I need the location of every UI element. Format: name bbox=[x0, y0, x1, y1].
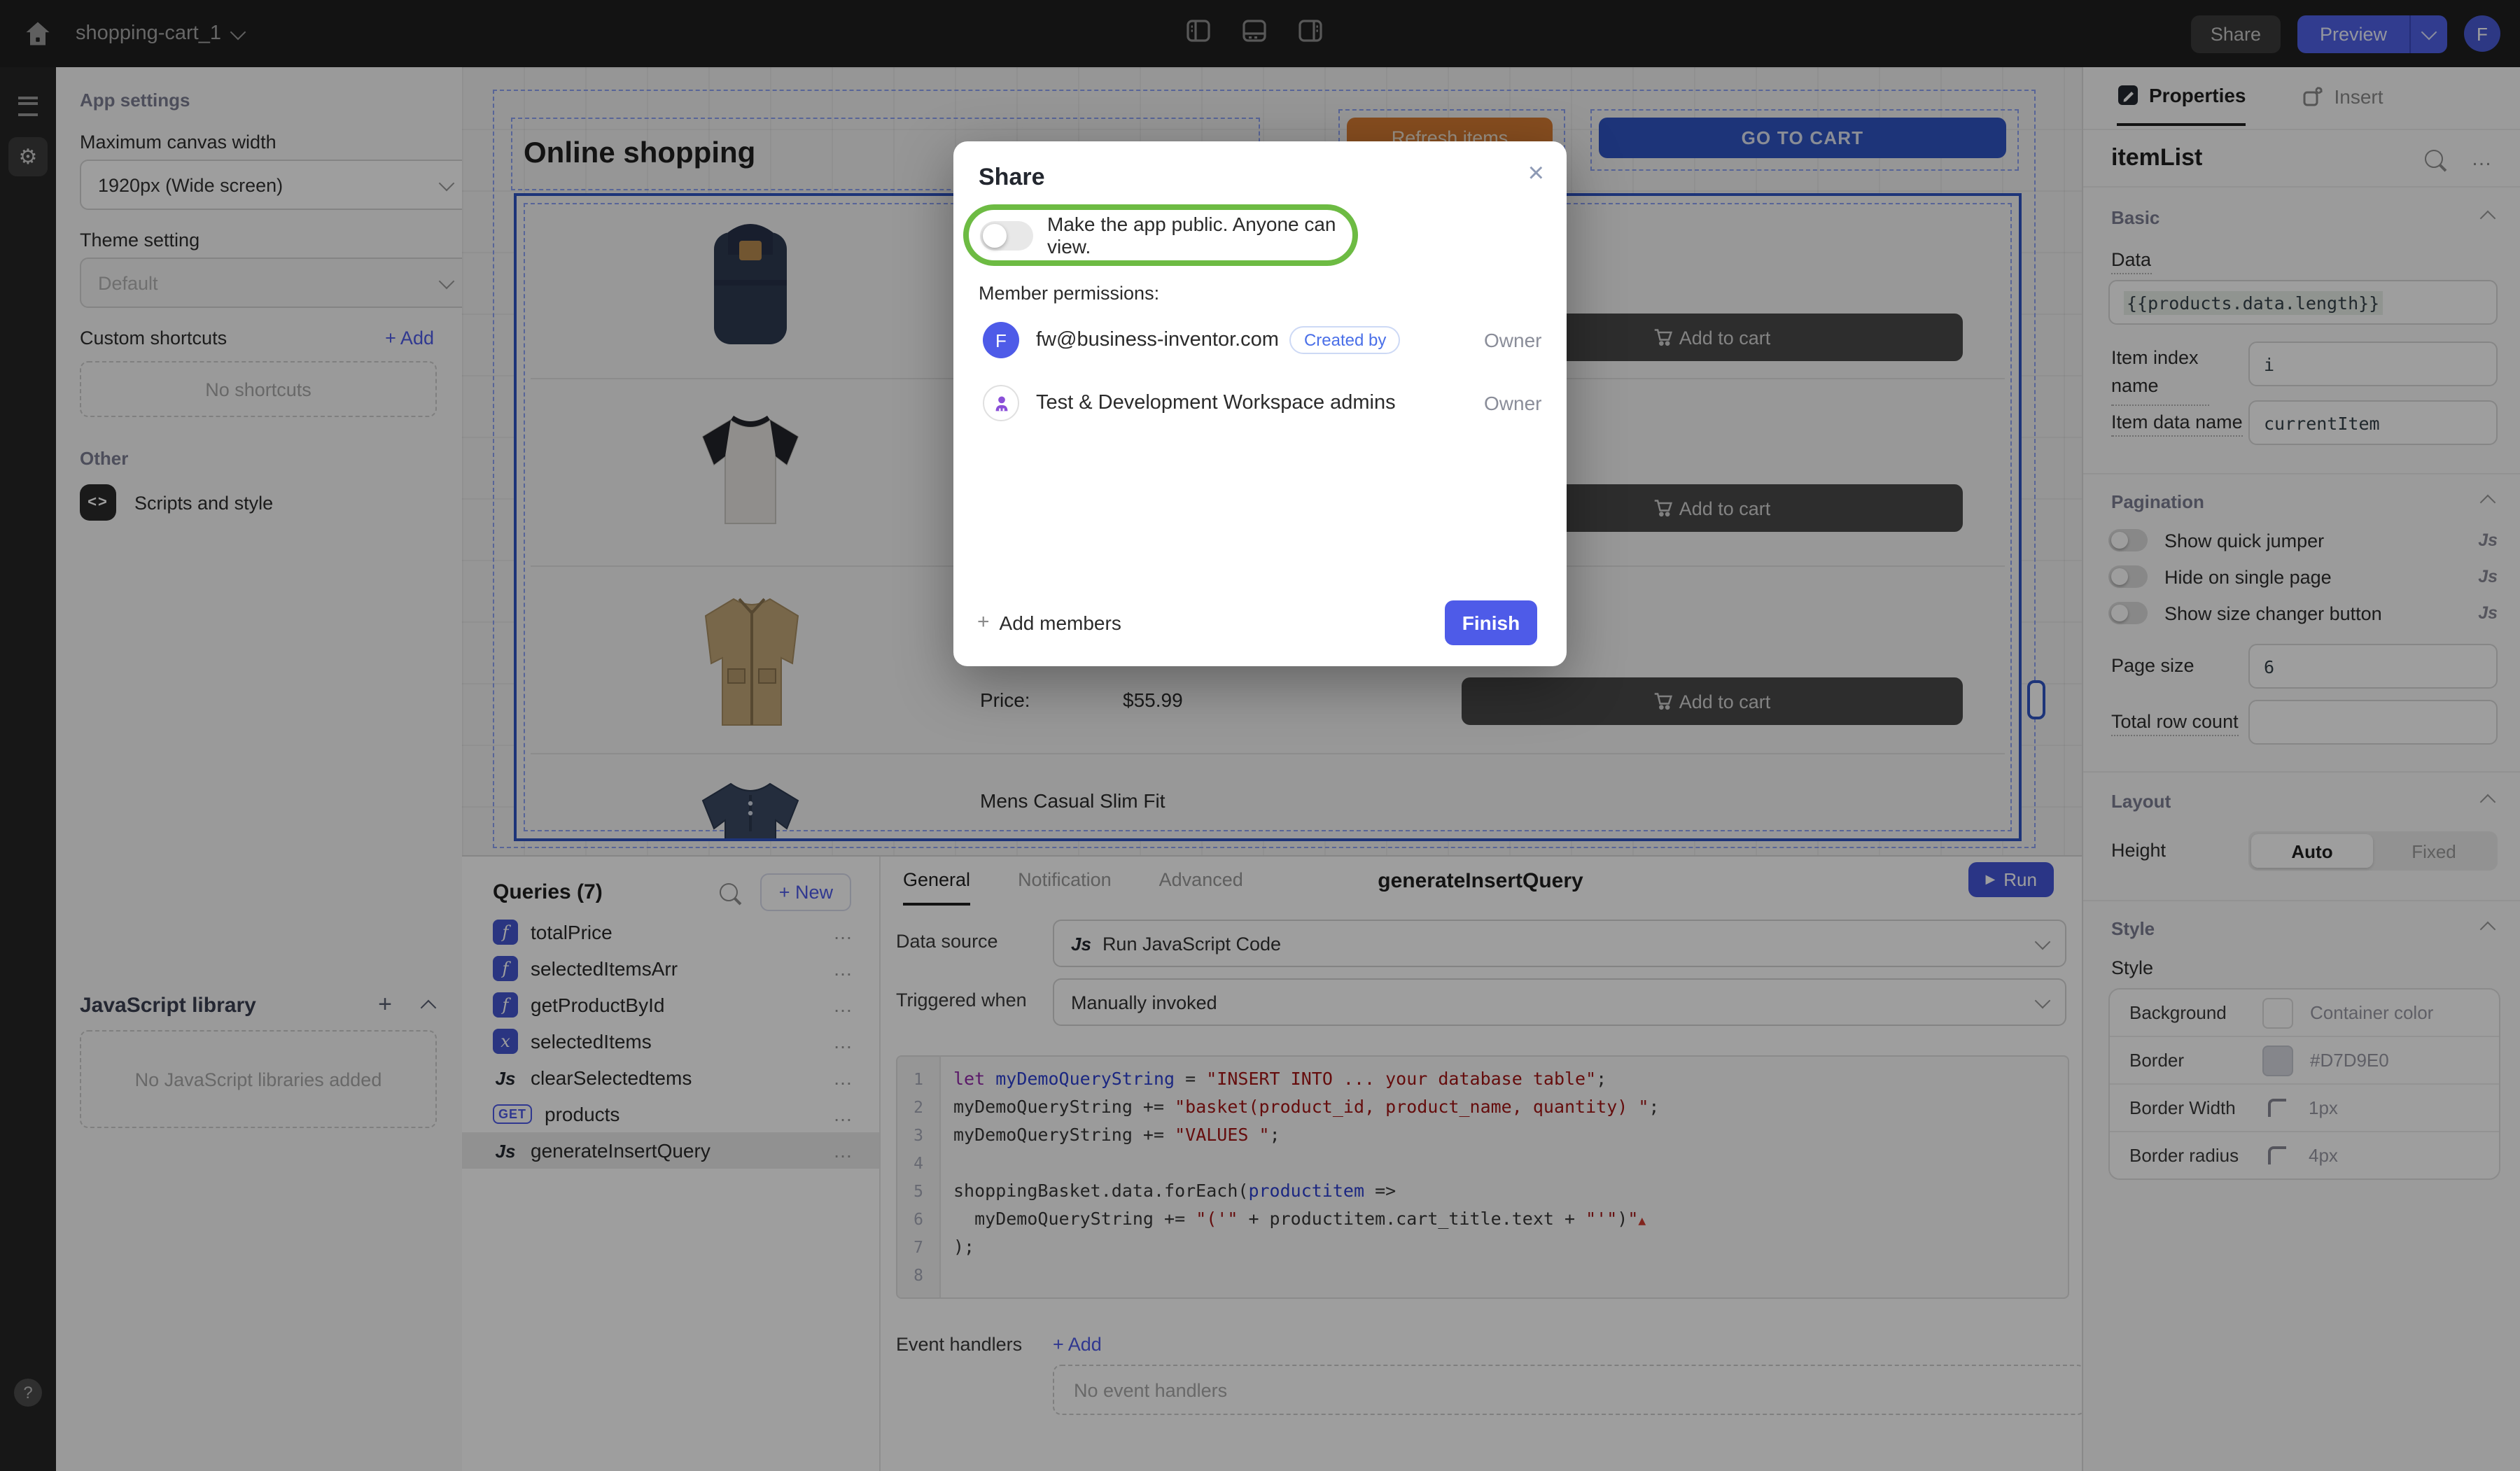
share-modal: Share × Make the app public. Anyone can … bbox=[953, 141, 1567, 666]
member-permissions-label: Member permissions: bbox=[979, 283, 1159, 304]
group-avatar bbox=[983, 385, 1019, 421]
make-public-toggle[interactable] bbox=[980, 220, 1033, 250]
app-root: shopping-cart_1 Share Preview F ⚙ bbox=[0, 0, 2520, 1471]
public-toggle-highlight: Make the app public. Anyone can view. bbox=[963, 204, 1358, 266]
member-row: F fw@business-inventor.com Created by Ow… bbox=[983, 319, 1543, 361]
member-avatar: F bbox=[983, 322, 1019, 358]
make-public-label: Make the app public. Anyone can view. bbox=[1047, 213, 1350, 258]
member-name: Test & Development Workspace admins bbox=[1036, 392, 1396, 414]
member-row: Test & Development Workspace admins Owne… bbox=[983, 382, 1543, 424]
modal-title: Share bbox=[979, 164, 1045, 192]
member-role[interactable]: Owner bbox=[1484, 329, 1541, 351]
finish-button[interactable]: Finish bbox=[1445, 600, 1537, 645]
member-name: fw@business-inventor.com bbox=[1036, 329, 1279, 351]
add-members-label: Add members bbox=[1000, 611, 1121, 633]
add-members-link[interactable]: + Add members bbox=[977, 610, 1121, 634]
person-icon bbox=[990, 393, 1011, 414]
created-by-badge: Created by bbox=[1290, 326, 1400, 354]
member-role[interactable]: Owner bbox=[1484, 392, 1541, 414]
public-toggle-row: Make the app public. Anyone can view. bbox=[972, 213, 1350, 258]
close-icon[interactable]: × bbox=[1528, 158, 1544, 190]
plus-icon: + bbox=[977, 610, 990, 634]
